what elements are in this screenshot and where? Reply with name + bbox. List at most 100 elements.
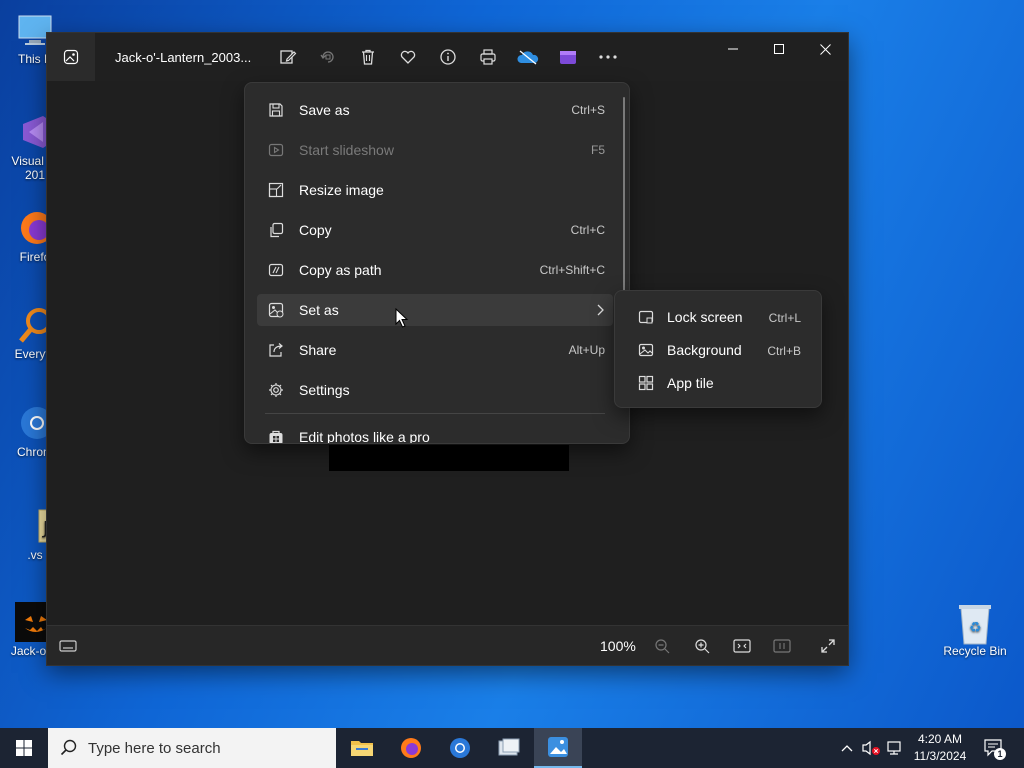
save-icon <box>269 103 283 117</box>
menu-item-copy-as-path[interactable]: Copy as path Ctrl+Shift+C <box>257 254 613 286</box>
image-preview <box>329 445 569 471</box>
edit-icon <box>280 50 297 64</box>
menu-item-shortcut: Ctrl+Shift+C <box>539 263 605 277</box>
status-bar: 100% <box>47 625 848 665</box>
search-placeholder: Type here to search <box>88 740 221 757</box>
info-button[interactable] <box>436 45 460 69</box>
taskbar-firefox[interactable] <box>387 728 435 768</box>
notification-count-badge: 1 <box>994 748 1006 760</box>
taskbar-search-box[interactable]: Type here to search <box>48 728 336 768</box>
show-hidden-icons-button[interactable] <box>838 728 856 768</box>
desktop-icon-recycle-bin[interactable]: ♻ Recycle Bin <box>940 602 1010 658</box>
clipchamp-button[interactable] <box>556 45 580 69</box>
recycle-bin-icon: ♻ <box>955 602 995 645</box>
menu-item-shortcut: F5 <box>590 143 605 157</box>
folder-icon <box>351 741 373 756</box>
onedrive-button[interactable] <box>516 45 540 69</box>
expand-icon <box>821 639 835 653</box>
zoom-out-icon <box>655 639 670 654</box>
volume-button[interactable] <box>860 728 882 768</box>
taskbar-photos[interactable] <box>534 728 582 768</box>
set-as-submenu: Lock screen Ctrl+L Background Ctrl+B App… <box>614 290 822 408</box>
info-icon <box>440 49 456 65</box>
context-menu: Save as Ctrl+S Start slideshow F5 Resize… <box>244 82 630 444</box>
menu-item-copy[interactable]: Copy Ctrl+C <box>257 214 613 246</box>
menu-item-label: Start slideshow <box>299 142 394 158</box>
submenu-item-app-tile[interactable]: App tile <box>623 368 815 398</box>
favorite-button[interactable] <box>396 45 420 69</box>
maximize-button[interactable] <box>756 33 802 65</box>
heart-icon <box>400 50 416 64</box>
taskbar-file-explorer[interactable] <box>338 728 386 768</box>
share-icon <box>269 343 283 357</box>
actual-size-icon <box>773 639 791 653</box>
taskbar: Type here to search 4:20 AM 11/3/2024 1 <box>0 728 1024 768</box>
maximize-icon <box>774 44 784 54</box>
menu-item-edit-photos-like-a-pro[interactable]: Edit photos like a pro <box>257 421 613 444</box>
zoom-out-button[interactable] <box>650 634 674 658</box>
menu-item-shortcut: Ctrl+C <box>570 223 605 237</box>
photos-app-icon[interactable] <box>47 33 95 81</box>
taskbar-chrome[interactable] <box>436 728 484 768</box>
filmstrip-icon <box>59 640 77 652</box>
file-name: Jack-o'-Lantern_2003... <box>115 50 252 65</box>
close-button[interactable] <box>802 33 848 65</box>
submenu-item-background[interactable]: Background Ctrl+B <box>623 335 815 365</box>
chevron-right-icon <box>597 304 604 316</box>
menu-item-label: Resize image <box>299 182 384 198</box>
gear-icon <box>269 383 283 397</box>
menu-item-label: Edit photos like a pro <box>299 429 430 444</box>
fit-window-icon <box>733 639 751 653</box>
menu-item-set-as[interactable]: Set as <box>257 294 613 326</box>
delete-icon <box>362 49 374 65</box>
minimize-button[interactable] <box>710 33 756 65</box>
more-icon <box>599 55 617 59</box>
submenu-item-lock-screen[interactable]: Lock screen Ctrl+L <box>623 302 815 332</box>
copy-icon <box>270 222 284 238</box>
menu-item-label: Copy <box>299 222 332 238</box>
app-tile-icon <box>638 375 654 391</box>
filmstrip-toggle-button[interactable] <box>56 634 80 658</box>
taskbar-clock[interactable]: 4:20 AM 11/3/2024 <box>900 731 980 765</box>
fullscreen-button[interactable] <box>816 634 840 658</box>
fit-to-window-button[interactable] <box>730 634 754 658</box>
menu-item-settings[interactable]: Settings <box>257 374 613 406</box>
desktop-icon-label: Recycle Bin <box>943 644 1007 658</box>
menu-item-label: Settings <box>299 382 350 398</box>
svg-text:♻: ♻ <box>969 620 982 636</box>
menu-item-start-slideshow[interactable]: Start slideshow F5 <box>257 134 613 166</box>
zoom-level[interactable]: 100% <box>600 638 636 654</box>
rotate-button[interactable] <box>316 45 340 69</box>
copy-path-icon <box>268 263 284 277</box>
edit-button[interactable] <box>276 45 300 69</box>
store-icon <box>269 430 283 443</box>
clock-time: 4:20 AM <box>917 732 963 746</box>
chrome-icon <box>450 738 470 758</box>
print-button[interactable] <box>476 45 500 69</box>
menu-item-share[interactable]: Share Alt+Up <box>257 334 613 366</box>
delete-button[interactable] <box>356 45 380 69</box>
volume-muted-icon <box>862 740 880 756</box>
menu-item-resize-image[interactable]: Resize image <box>257 174 613 206</box>
menu-item-label: Share <box>299 342 337 358</box>
start-button[interactable] <box>0 728 48 768</box>
zoom-in-button[interactable] <box>690 634 714 658</box>
slideshow-icon <box>268 143 284 157</box>
rotate-icon <box>320 51 334 63</box>
menu-scrollbar[interactable] <box>623 97 625 293</box>
menu-item-save-as[interactable]: Save as Ctrl+S <box>257 94 613 126</box>
clipchamp-icon <box>560 51 576 64</box>
taskbar-app-generic[interactable] <box>485 728 533 768</box>
submenu-item-shortcut: Ctrl+L <box>768 311 801 325</box>
submenu-item-shortcut: Ctrl+B <box>767 344 801 358</box>
mouse-cursor-icon <box>395 308 409 328</box>
submenu-item-label: Background <box>667 342 742 358</box>
window-app-icon <box>498 738 520 756</box>
actual-size-button[interactable] <box>770 634 794 658</box>
menu-item-label: Copy as path <box>299 262 382 278</box>
title-bar: Jack-o'-Lantern_2003... <box>47 33 848 81</box>
submenu-item-label: Lock screen <box>667 309 743 325</box>
more-options-button[interactable] <box>596 45 620 69</box>
notification-center-button[interactable]: 1 <box>980 728 1008 768</box>
print-icon <box>480 49 496 65</box>
